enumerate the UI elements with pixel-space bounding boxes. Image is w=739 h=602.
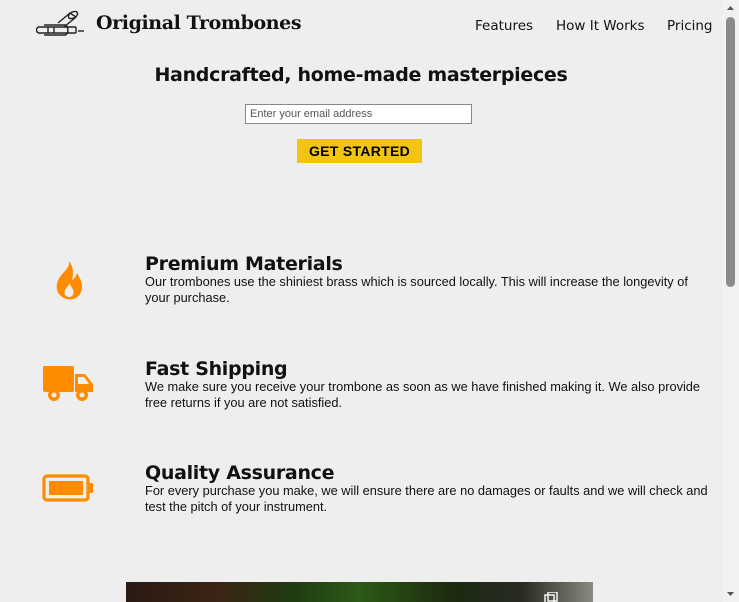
feature-title: Quality Assurance bbox=[145, 462, 335, 484]
feature-title: Premium Materials bbox=[145, 253, 343, 275]
truck-icon bbox=[43, 366, 93, 401]
feature-description: We make sure you receive your trombone a… bbox=[145, 379, 701, 410]
nav-link-pricing[interactable]: Pricing bbox=[667, 18, 713, 34]
flame-icon bbox=[56, 261, 82, 300]
vertical-scrollbar[interactable] bbox=[722, 0, 739, 602]
hero-title: Handcrafted, home-made masterpieces bbox=[154, 64, 568, 86]
scrollbar-thumb[interactable] bbox=[726, 17, 735, 287]
copy-link-icon[interactable] bbox=[544, 592, 558, 602]
logo-text: Original Trombones bbox=[96, 12, 302, 34]
battery-icon bbox=[42, 474, 93, 502]
get-started-button[interactable]: GET STARTED bbox=[297, 139, 422, 163]
trombone-logo-icon[interactable] bbox=[36, 9, 86, 41]
header: Original Trombones Features How It Works… bbox=[0, 0, 722, 52]
video-player[interactable] bbox=[126, 582, 593, 602]
scroll-up-arrow-icon[interactable] bbox=[722, 0, 739, 17]
feature-title: Fast Shipping bbox=[145, 358, 288, 380]
feature-description: Our trombones use the shiniest brass whi… bbox=[145, 274, 688, 305]
nav-link-features[interactable]: Features bbox=[475, 18, 533, 34]
email-input[interactable] bbox=[245, 104, 472, 124]
nav-link-how-it-works[interactable]: How It Works bbox=[556, 18, 645, 34]
feature-description: For every purchase you make, we will ens… bbox=[145, 483, 708, 514]
scroll-down-arrow-icon[interactable] bbox=[722, 585, 739, 602]
